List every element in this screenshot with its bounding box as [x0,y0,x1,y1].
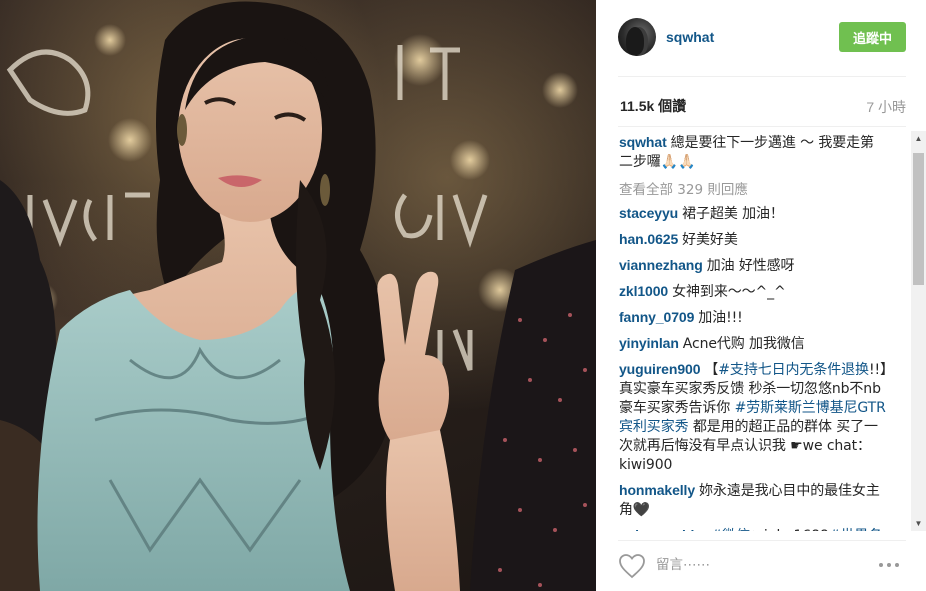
like-count[interactable]: 11.5k 個讚 [620,96,686,116]
comment-item: fanny_0709 加油!!! [619,308,887,328]
comment-text: 裙子超美 加油！ [682,206,784,222]
comment-item: han.0625 好美好美 [619,230,887,250]
comment-input[interactable] [656,553,856,577]
comment-item: staceyyu 裙子超美 加油！ [619,204,887,224]
comment-text: ：juby1688 [750,528,829,531]
comment-username[interactable]: zkl1000 [619,283,668,299]
comment-text: 好美好美 [682,232,738,248]
comment-text: 加油 好性感呀 [706,258,795,274]
comment-item: zkl1000 女神到来～～^_^ [619,282,887,302]
post-photo[interactable] [0,0,596,591]
caption-username[interactable]: sqwhat [619,134,667,150]
post-header: sqwhat 追蹤中 [596,0,926,76]
comment-text: 女神到来～～^_^ [672,284,786,300]
comment-username[interactable]: yinyinlan [619,335,679,351]
scroll-down-arrow-icon[interactable]: ▼ [911,516,926,531]
comment-text: Acne代购 加我微信 [682,336,805,352]
comment-username[interactable]: yuguiren900 [619,361,700,377]
comment-item: uxkxnqyzbhe#微信：juby1688#世界名包#原单#正品 #支持..… [619,526,887,531]
comment-username[interactable]: han.0625 [619,231,678,247]
user-avatar[interactable] [618,18,656,56]
caption: sqwhat 總是要往下一步邁進 ～ 我要走第二步囉🙏🏻🙏🏻 [619,133,887,172]
post-footer [596,540,926,591]
comment-item: yinyinlan Acne代购 加我微信 [619,334,887,354]
heart-outline-icon[interactable] [618,553,646,579]
post-details-panel: sqwhat 追蹤中 11.5k 個讚 7 小時 sqwhat 總是要往下一步邁進… [596,0,926,591]
comment-username[interactable]: fanny_0709 [619,309,694,325]
comment-username[interactable]: staceyyu [619,205,678,221]
comment-username[interactable]: uxkxnqyzbhe [619,527,707,531]
hand-v-sign [377,271,449,448]
hashtag-link[interactable]: #世界名 [829,528,882,531]
comment-username[interactable]: viannezhang [619,257,703,273]
scroll-up-arrow-icon[interactable]: ▲ [911,131,926,146]
header-divider [618,76,906,77]
comment-text: 【 [704,362,719,378]
hashtag-link[interactable]: #支持七日内无条件退换 [718,362,869,378]
ellipsis-icon[interactable] [879,557,909,573]
comment-username[interactable]: honmakelly [619,482,695,498]
comment-list: sqwhat 總是要往下一步邁進 ～ 我要走第二步囉🙏🏻🙏🏻 查看全部 329 則… [619,133,887,531]
comment-text: 加油!!! [698,310,743,326]
comment-item: yuguiren900 【#支持七日内无条件退换!!】真实豪车买家秀反馈 秒杀一切… [619,360,887,475]
comment-item: viannezhang 加油 好性感呀 [619,256,887,276]
post-username[interactable]: sqwhat [666,29,714,45]
comments-section: sqwhat 總是要往下一步邁進 ～ 我要走第二步囉🙏🏻🙏🏻 查看全部 329 則… [596,127,926,531]
comments-scrollbar[interactable]: ▲ ▼ [911,131,926,531]
following-button[interactable]: 追蹤中 [839,22,906,52]
photo-illustration [0,1,596,591]
hashtag-link[interactable]: #微信 [711,528,751,531]
scroll-thumb[interactable] [913,153,924,285]
view-all-comments-link[interactable]: 查看全部 329 則回應 [619,178,887,198]
comment-item: honmakelly 妳永遠是我心目中的最佳女主角🖤 [619,481,887,520]
post-time[interactable]: 7 小時 [866,97,906,117]
